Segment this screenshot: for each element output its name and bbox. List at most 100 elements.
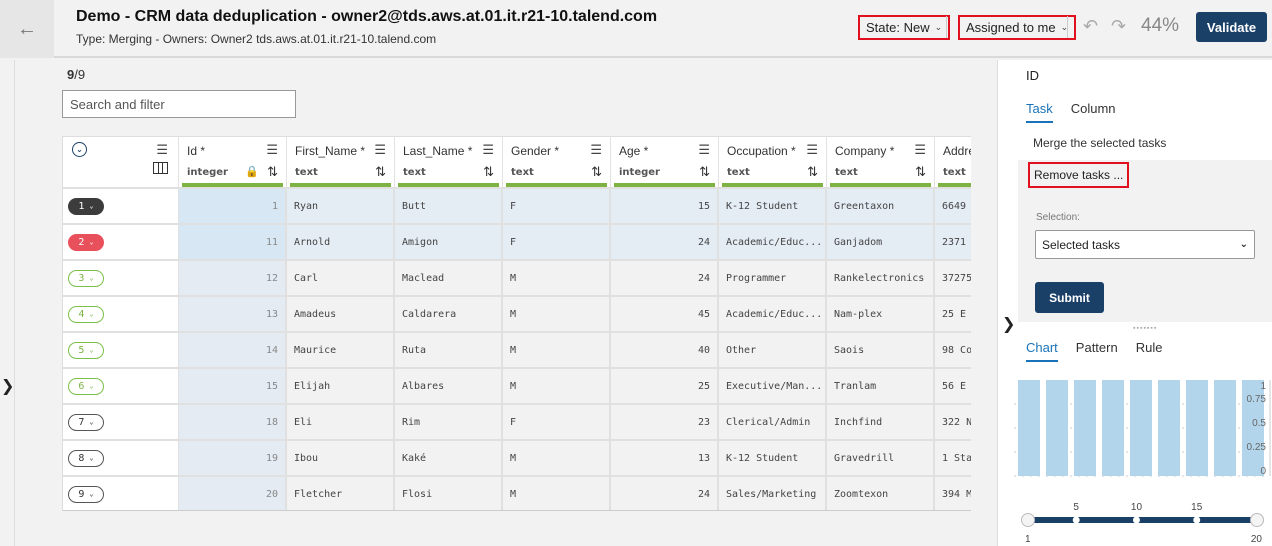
table-cell[interactable]: 24 xyxy=(611,477,719,510)
table-cell[interactable]: Nam-plex xyxy=(827,297,935,331)
table-cell[interactable]: Ruta xyxy=(395,333,503,367)
group-badge[interactable]: 6 ⌄ xyxy=(68,377,104,395)
table-cell[interactable]: Arnold xyxy=(287,225,395,259)
menu-icon[interactable]: ☰ xyxy=(482,142,494,158)
table-cell[interactable]: 23 xyxy=(611,405,719,439)
menu-icon[interactable]: ☰ xyxy=(266,142,278,158)
table-cell[interactable]: Clerical/Admin xyxy=(719,405,827,439)
chevron-right-icon[interactable]: ❯ xyxy=(1002,314,1015,334)
column-header[interactable]: Company * ☰ text ⇅ xyxy=(827,137,935,187)
group-badge[interactable]: 2 ⌄ xyxy=(68,233,104,251)
table-cell[interactable]: F xyxy=(503,225,611,259)
table-cell[interactable]: Albares xyxy=(395,369,503,403)
tab-pattern[interactable]: Pattern xyxy=(1076,340,1118,362)
state-filter-dropdown[interactable]: State: New ⌄ xyxy=(858,15,951,40)
column-header[interactable]: Addre text xyxy=(935,137,971,187)
sort-icon[interactable]: ⇅ xyxy=(483,164,494,180)
selection-dropdown[interactable]: Selected tasks ⌄ xyxy=(1035,230,1255,259)
column-header[interactable]: Last_Name * ☰ text ⇅ xyxy=(395,137,503,187)
table-row[interactable]: 1 ⌄ 1 Ryan Butt F 15 K-12 Student Greentaxon 6649 xyxy=(63,187,971,223)
table-row[interactable]: 8 ⌄ 19 Ibou Kaké M 13 K-12 Student Gravedrill 1 S… xyxy=(63,439,971,475)
columns-icon[interactable] xyxy=(153,162,168,174)
table-cell[interactable]: Amadeus xyxy=(287,297,395,331)
sort-icon[interactable]: ⇅ xyxy=(915,164,926,180)
resize-handle[interactable]: ▪▪▪▪▪▪▪ xyxy=(1133,325,1157,332)
menu-icon[interactable]: ☰ xyxy=(374,142,386,158)
search-input[interactable] xyxy=(62,90,296,118)
table-cell[interactable]: M xyxy=(503,297,611,331)
undo-icon[interactable]: ↶ xyxy=(1083,16,1098,37)
table-cell[interactable]: Elijah xyxy=(287,369,395,403)
table-cell[interactable]: Academic/Educ... xyxy=(719,225,827,259)
table-cell[interactable]: 1 Sta xyxy=(935,441,971,475)
table-cell[interactable]: 15 xyxy=(611,189,719,223)
table-cell[interactable]: 2371 xyxy=(935,225,971,259)
sort-icon[interactable]: ⇅ xyxy=(591,164,602,180)
table-cell[interactable]: 322 N xyxy=(935,405,971,439)
table-cell[interactable]: Amigon xyxy=(395,225,503,259)
group-badge[interactable]: 7 ⌄ xyxy=(68,413,104,431)
expand-all-icon[interactable]: ⌄ xyxy=(72,142,87,157)
redo-icon[interactable]: ↷ xyxy=(1111,16,1126,37)
tab-rule[interactable]: Rule xyxy=(1136,340,1163,362)
menu-icon[interactable]: ☰ xyxy=(698,142,710,158)
table-cell[interactable]: Rankelectronics xyxy=(827,261,935,295)
table-cell[interactable]: M xyxy=(503,369,611,403)
table-cell[interactable]: Caldarera xyxy=(395,297,503,331)
column-header[interactable]: Age * ☰ integer ⇅ xyxy=(611,137,719,187)
table-cell[interactable]: 1 xyxy=(179,189,287,223)
table-cell[interactable]: M xyxy=(503,441,611,475)
menu-icon[interactable]: ☰ xyxy=(156,142,168,158)
table-cell[interactable]: K-12 Student xyxy=(719,189,827,223)
column-header[interactable]: Id * ☰ integer 🔒 ⇅ xyxy=(179,137,287,187)
chart-bar[interactable] xyxy=(1130,380,1152,476)
table-row[interactable]: 5 ⌄ 14 Maurice Ruta M 40 Other Saois 98 Co xyxy=(63,331,971,367)
table-cell[interactable]: Greentaxon xyxy=(827,189,935,223)
sort-icon[interactable]: ⇅ xyxy=(699,164,710,180)
table-cell[interactable]: Flosi xyxy=(395,477,503,510)
group-badge[interactable]: 8 ⌄ xyxy=(68,449,104,467)
table-cell[interactable]: Carl xyxy=(287,261,395,295)
table-row[interactable]: 2 ⌄ 11 Arnold Amigon F 24 Academic/Educ... Ganja… xyxy=(63,223,971,259)
table-row[interactable]: 3 ⌄ 12 Carl Maclead M 24 Programmer Rankelectron… xyxy=(63,259,971,295)
table-cell[interactable]: Programmer xyxy=(719,261,827,295)
table-cell[interactable]: 40 xyxy=(611,333,719,367)
sort-icon[interactable]: ⇅ xyxy=(267,164,278,180)
chart-bar[interactable] xyxy=(1158,380,1180,476)
table-cell[interactable]: Executive/Man... xyxy=(719,369,827,403)
table-row[interactable]: 9 ⌄ 20 Fletcher Flosi M 24 Sales/Marketing Zoomt… xyxy=(63,475,971,510)
sort-icon[interactable]: ⇅ xyxy=(375,164,386,180)
chart-bar[interactable] xyxy=(1046,380,1068,476)
submit-button[interactable]: Submit xyxy=(1035,282,1104,313)
column-header[interactable]: Occupation * ☰ text ⇅ xyxy=(719,137,827,187)
group-badge[interactable]: 3 ⌄ xyxy=(68,269,104,287)
table-cell[interactable]: 25 E xyxy=(935,297,971,331)
table-cell[interactable]: Tranlam xyxy=(827,369,935,403)
group-badge[interactable]: 9 ⌄ xyxy=(68,485,104,503)
column-header[interactable]: Gender * ☰ text ⇅ xyxy=(503,137,611,187)
table-cell[interactable]: Fletcher xyxy=(287,477,395,510)
table-cell[interactable]: Sales/Marketing xyxy=(719,477,827,510)
table-cell[interactable]: F xyxy=(503,189,611,223)
table-cell[interactable]: Eli xyxy=(287,405,395,439)
validate-button[interactable]: Validate xyxy=(1196,12,1267,42)
chevron-right-icon[interactable]: ❯ xyxy=(1,376,14,396)
table-cell[interactable]: 20 xyxy=(179,477,287,510)
table-row[interactable]: 6 ⌄ 15 Elijah Albares M 25 Executive/Man... Tran… xyxy=(63,367,971,403)
table-cell[interactable]: 24 xyxy=(611,261,719,295)
menu-icon[interactable]: ☰ xyxy=(590,142,602,158)
menu-icon[interactable]: ☰ xyxy=(914,142,926,158)
table-cell[interactable]: Maurice xyxy=(287,333,395,367)
table-cell[interactable]: 45 xyxy=(611,297,719,331)
table-cell[interactable]: M xyxy=(503,261,611,295)
table-cell[interactable]: 15 xyxy=(179,369,287,403)
table-cell[interactable]: Inchfind xyxy=(827,405,935,439)
slider-handle-min[interactable] xyxy=(1021,513,1035,527)
table-cell[interactable]: Academic/Educ... xyxy=(719,297,827,331)
back-button[interactable]: ← xyxy=(0,0,54,58)
table-cell[interactable]: Gravedrill xyxy=(827,441,935,475)
table-cell[interactable]: Rim xyxy=(395,405,503,439)
table-cell[interactable]: Butt xyxy=(395,189,503,223)
table-cell[interactable]: Ganjadom xyxy=(827,225,935,259)
table-cell[interactable]: 19 xyxy=(179,441,287,475)
